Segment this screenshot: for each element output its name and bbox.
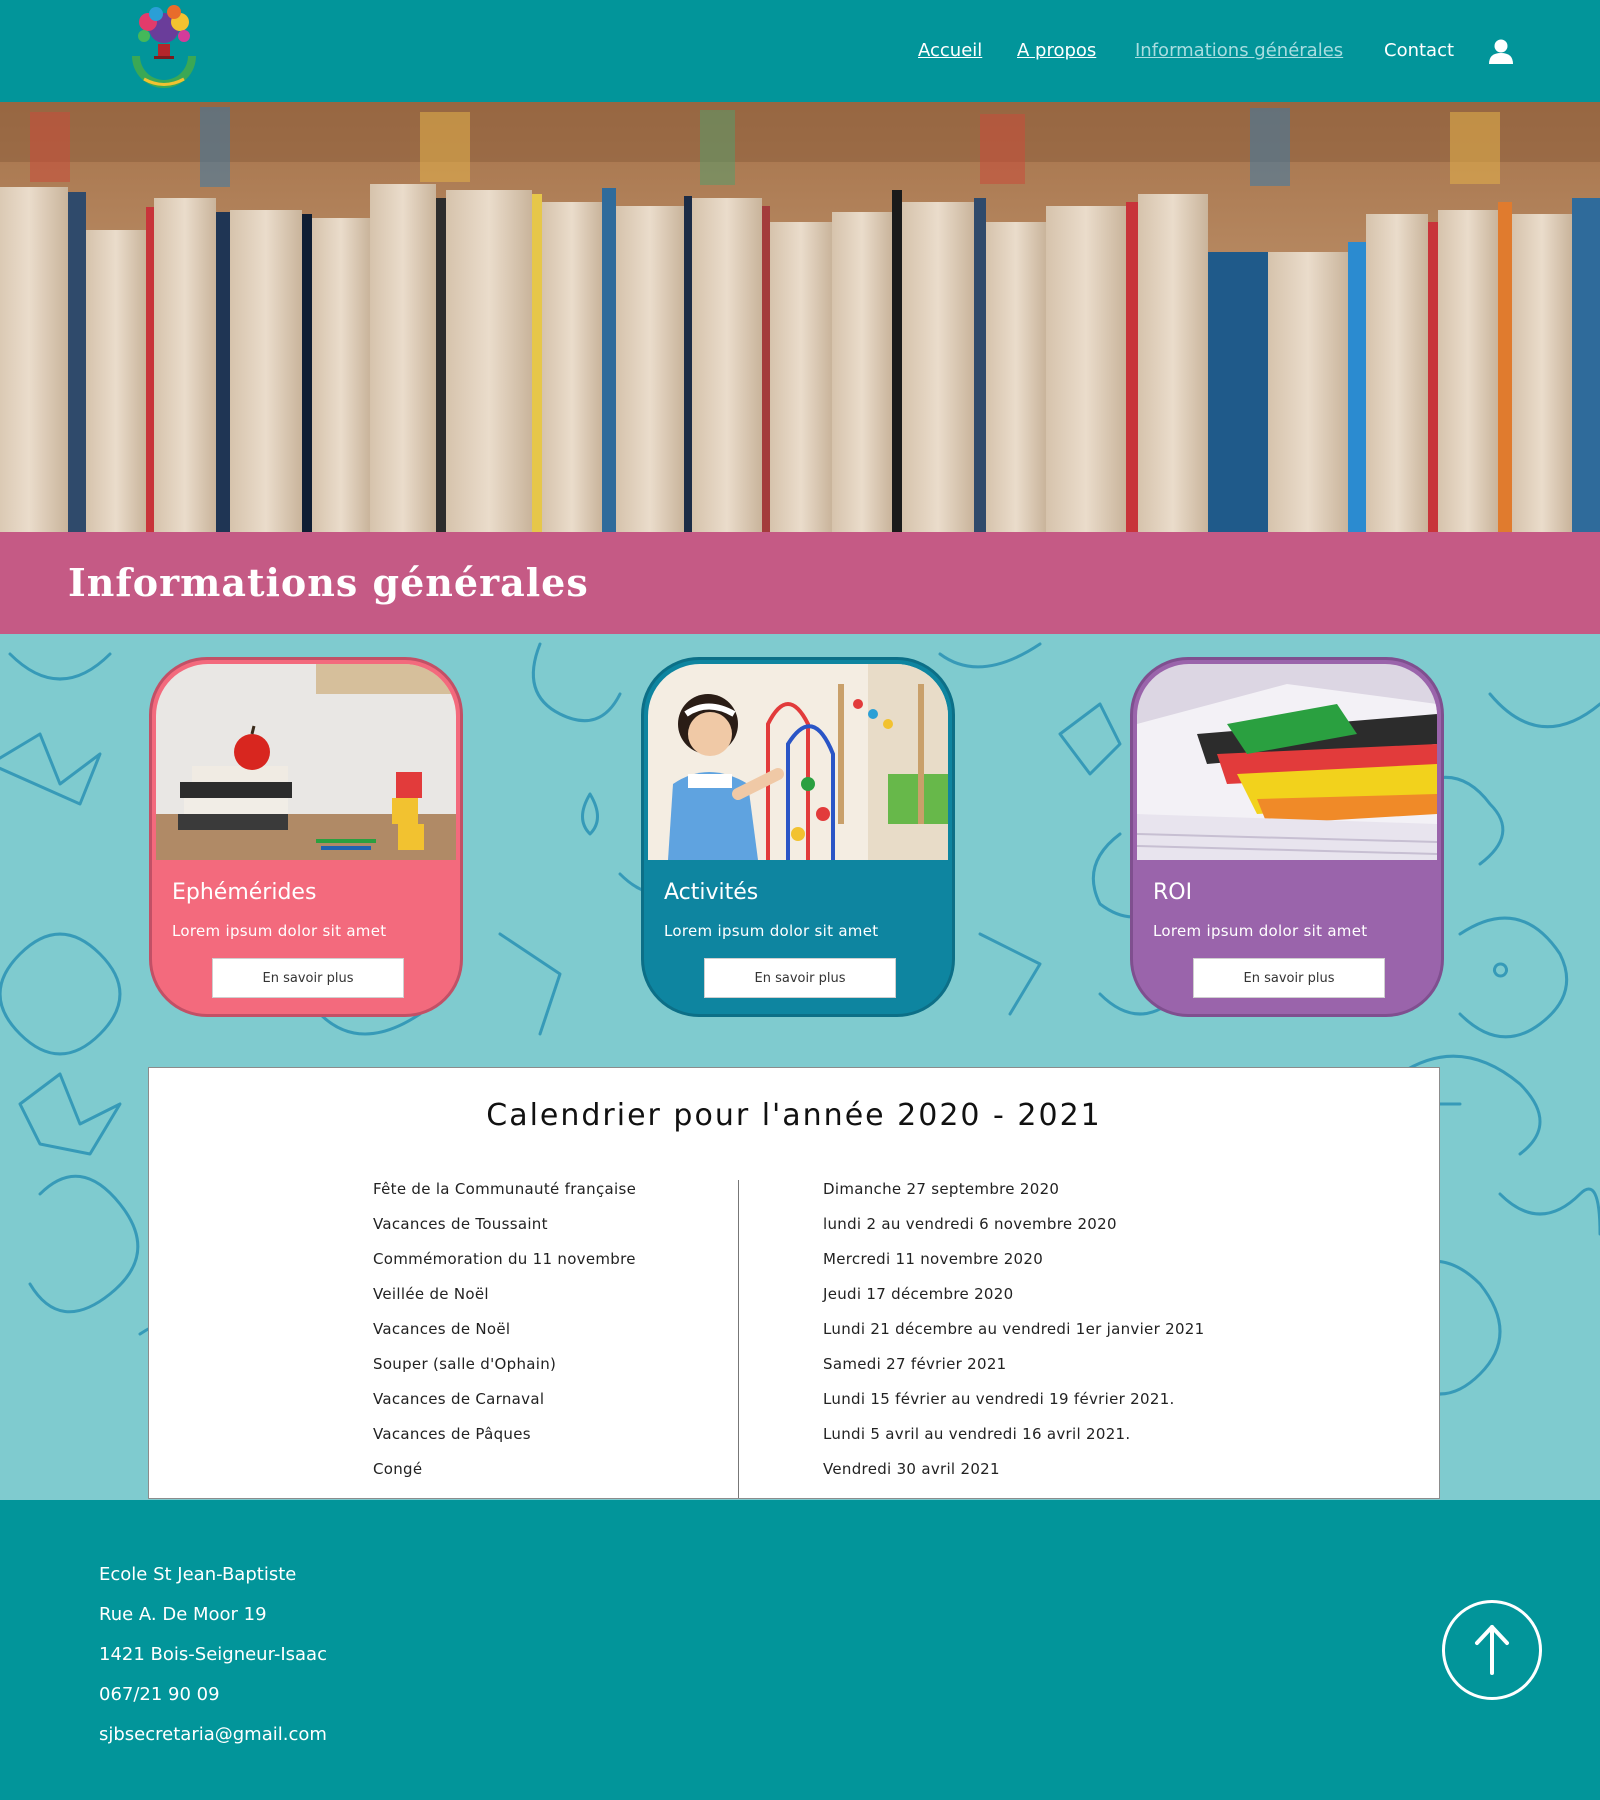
nav-a-propos[interactable]: A propos xyxy=(1017,40,1096,61)
calendar-event: Vacances de Toussaint xyxy=(373,1215,548,1233)
card-text: Lorem ipsum dolor sit amet xyxy=(664,922,879,940)
arrow-up-icon xyxy=(1475,1625,1509,1675)
card-text: Lorem ipsum dolor sit amet xyxy=(1153,922,1368,940)
books-hero-image xyxy=(0,102,1600,532)
calendar-date: Lundi 21 décembre au vendredi 1er janvie… xyxy=(823,1320,1205,1338)
card-text: Lorem ipsum dolor sit amet xyxy=(172,922,387,940)
calendar-date: Mercredi 11 novembre 2020 xyxy=(823,1250,1044,1268)
calendar-panel: Calendrier pour l'année 2020 - 2021 Fête… xyxy=(148,1067,1440,1499)
nav-contact[interactable]: Contact xyxy=(1384,40,1454,61)
calendar-date: Lundi 5 avril au vendredi 16 avril 2021. xyxy=(823,1425,1131,1443)
papers-stack-image xyxy=(1137,664,1437,860)
footer-phone[interactable]: 067/21 90 09 xyxy=(99,1684,220,1705)
calendar-event: Souper (salle d'Ophain) xyxy=(373,1355,557,1373)
title-band: Informations générales xyxy=(0,532,1600,634)
calendar-events-column: Fête de la Communauté française Vacances… xyxy=(373,1180,636,1495)
en-savoir-plus-button[interactable]: En savoir plus xyxy=(704,958,896,998)
calendar-date: Samedi 27 février 2021 xyxy=(823,1355,1007,1373)
site-footer: Ecole St Jean-Baptiste Rue A. De Moor 19… xyxy=(0,1500,1600,1800)
calendar-date: Lundi 15 février au vendredi 19 février … xyxy=(823,1390,1175,1408)
card-title: ROI xyxy=(1153,880,1193,905)
back-to-top-button[interactable] xyxy=(1442,1600,1542,1700)
card-title: Ephémérides xyxy=(172,880,317,905)
footer-city: 1421 Bois-Seigneur-Isaac xyxy=(99,1644,327,1665)
calendar-date: Dimanche 27 septembre 2020 xyxy=(823,1180,1060,1198)
calendar-title: Calendrier pour l'année 2020 - 2021 xyxy=(486,1098,1102,1133)
calendar-date: Vendredi 30 avril 2021 xyxy=(823,1460,1000,1478)
calendar-event: Vacances de Noël xyxy=(373,1320,511,1338)
card-activites[interactable]: Activités Lorem ipsum dolor sit amet En … xyxy=(641,657,955,1017)
nav-informations-generales[interactable]: Informations générales xyxy=(1135,40,1343,61)
calendar-event: Congé xyxy=(373,1460,423,1478)
site-header: Accueil A propos Informations générales … xyxy=(0,0,1600,102)
calendar-event: Fête de la Communauté française xyxy=(373,1180,637,1198)
page-title: Informations générales xyxy=(68,560,589,605)
child-playing-image xyxy=(648,664,948,860)
apple-books-image xyxy=(156,664,456,860)
en-savoir-plus-button[interactable]: En savoir plus xyxy=(212,958,404,998)
card-roi[interactable]: ROI Lorem ipsum dolor sit amet En savoir… xyxy=(1130,657,1444,1017)
calendar-dates-column: Dimanche 27 septembre 2020 lundi 2 au ve… xyxy=(823,1180,1205,1495)
calendar-event: Veillée de Noël xyxy=(373,1285,489,1303)
footer-street: Rue A. De Moor 19 xyxy=(99,1604,267,1625)
calendar-date: lundi 2 au vendredi 6 novembre 2020 xyxy=(823,1215,1117,1233)
footer-email[interactable]: sjbsecretaria@gmail.com xyxy=(99,1724,327,1745)
school-logo[interactable] xyxy=(124,4,204,94)
calendar-event: Vacances de Pâques xyxy=(373,1425,531,1443)
nav-accueil[interactable]: Accueil xyxy=(918,40,982,61)
calendar-date: Jeudi 17 décembre 2020 xyxy=(823,1285,1014,1303)
footer-school-name: Ecole St Jean-Baptiste xyxy=(99,1564,297,1585)
card-title: Activités xyxy=(664,880,759,905)
en-savoir-plus-button[interactable]: En savoir plus xyxy=(1193,958,1385,998)
calendar-event: Vacances de Carnaval xyxy=(373,1390,545,1408)
calendar-event: Commémoration du 11 novembre xyxy=(373,1250,636,1268)
card-ephemerides[interactable]: Ephémérides Lorem ipsum dolor sit amet E… xyxy=(149,657,463,1017)
hero-banner xyxy=(0,102,1600,532)
calendar-divider xyxy=(738,1180,739,1498)
user-icon[interactable] xyxy=(1488,38,1514,64)
